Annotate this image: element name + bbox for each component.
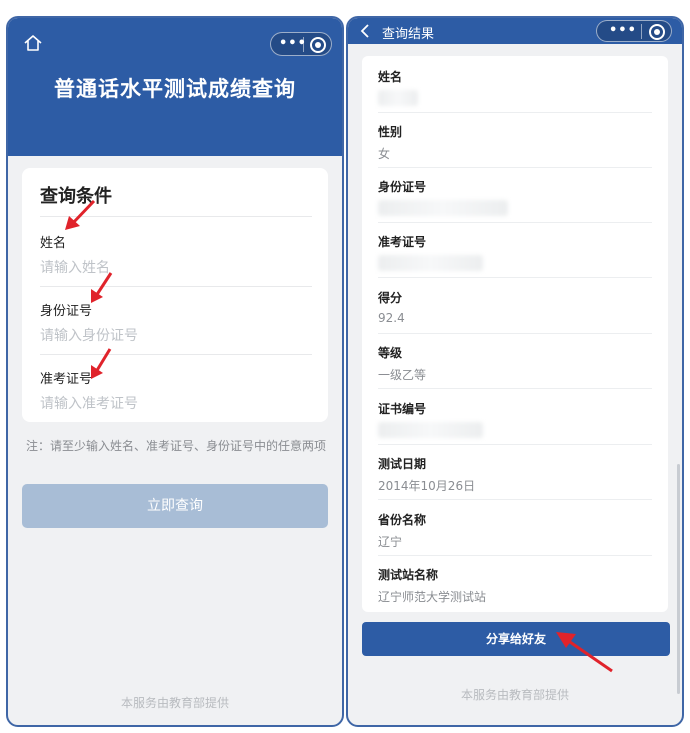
id-card-input[interactable]: 请输入身份证号 xyxy=(40,325,312,345)
item-label: 测试日期 xyxy=(378,457,427,471)
item-label: 证书编号 xyxy=(378,402,427,416)
divider xyxy=(40,286,312,287)
item-label: 准考证号 xyxy=(378,235,427,249)
item-value-redacted xyxy=(378,90,652,106)
divider xyxy=(378,222,652,223)
item-label: 等级 xyxy=(378,346,403,360)
divider xyxy=(378,112,652,113)
item-label: 姓名 xyxy=(378,70,403,84)
result-name: 姓名 xyxy=(378,68,652,106)
page-title: 查询结果 xyxy=(382,27,435,42)
item-label: 得分 xyxy=(378,291,403,305)
footer-text: 本服务由教育部提供 xyxy=(120,696,229,710)
result-score: 得分 92.4 xyxy=(378,289,652,327)
result-province: 省份名称 辽宁 xyxy=(378,511,652,549)
item-value: 一级乙等 xyxy=(378,368,427,382)
scrollbar[interactable] xyxy=(677,464,680,694)
item-value: 女 xyxy=(378,147,391,161)
divider xyxy=(378,277,652,278)
capsule-divider xyxy=(641,24,642,39)
result-id-card: 身份证号 xyxy=(378,178,652,216)
item-label: 测试站名称 xyxy=(378,568,439,582)
annotation-arrow xyxy=(91,272,113,303)
name-field[interactable]: 姓名 请输入姓名 xyxy=(40,232,312,277)
item-label: 身份证号 xyxy=(378,180,427,194)
close-mini-program-icon[interactable] xyxy=(310,37,326,53)
exam-number-input[interactable]: 请输入准考证号 xyxy=(40,393,312,413)
id-card-field[interactable]: 身份证号 请输入身份证号 xyxy=(40,300,312,345)
divider xyxy=(378,444,652,445)
divider xyxy=(378,388,652,389)
result-level: 等级 一级乙等 xyxy=(378,344,652,382)
name-input[interactable]: 请输入姓名 xyxy=(40,257,312,277)
result-screen: 查询结果 ••• 姓名 性别 女 身份证号 准考证号 得分 92.4 等级 一级… xyxy=(346,16,684,727)
capsule-menu: ••• xyxy=(596,20,672,42)
item-value: 92.4 xyxy=(378,311,405,325)
close-mini-program-icon[interactable] xyxy=(649,24,665,40)
exam-number-field[interactable]: 准考证号 请输入准考证号 xyxy=(40,368,312,413)
footer-text: 本服务由教育部提供 xyxy=(460,688,569,702)
header-bar: 查询结果 ••• xyxy=(348,18,682,44)
result-card: 姓名 性别 女 身份证号 准考证号 得分 92.4 等级 一级乙等 证书编号 测… xyxy=(362,56,668,612)
page-title: 普通话水平测试成绩查询 xyxy=(54,77,296,101)
divider xyxy=(378,167,652,168)
result-test-date: 测试日期 2014年10月26日 xyxy=(378,455,652,493)
result-certificate-number: 证书编号 xyxy=(378,400,652,438)
item-value-redacted xyxy=(378,422,652,438)
item-value: 辽宁 xyxy=(378,535,403,549)
item-label: 性别 xyxy=(378,125,403,139)
exam-number-label: 准考证号 xyxy=(40,372,93,387)
item-value-redacted xyxy=(378,200,652,216)
input-note: 注：请至少输入姓名、准考证号、身份证号中的任意两项 xyxy=(26,439,327,453)
query-screen: ••• 普通话水平测试成绩查询 查询条件 姓名 请输入姓名 身份证号 请输入身份… xyxy=(6,16,344,727)
item-value: 辽宁师范大学测试站 xyxy=(378,590,487,604)
result-exam-number: 准考证号 xyxy=(378,233,652,271)
share-to-friend-button[interactable]: 分享给好友 xyxy=(362,622,670,656)
divider xyxy=(378,333,652,334)
result-test-station: 测试站名称 辽宁师范大学测试站 xyxy=(378,566,652,604)
item-value: 2014年10月26日 xyxy=(378,479,476,493)
result-gender: 性别 女 xyxy=(378,123,652,161)
annotation-arrow xyxy=(65,199,96,230)
divider xyxy=(378,499,652,500)
annotation-arrow xyxy=(91,348,112,379)
submit-query-button[interactable]: 立即查询 xyxy=(22,484,328,528)
divider xyxy=(40,354,312,355)
divider xyxy=(378,555,652,556)
home-icon[interactable] xyxy=(22,32,44,54)
item-value-redacted xyxy=(378,255,652,271)
header-bar: ••• 普通话水平测试成绩查询 xyxy=(8,18,342,156)
id-card-label: 身份证号 xyxy=(40,304,93,319)
back-icon[interactable] xyxy=(358,23,372,39)
annotation-arrow xyxy=(556,632,613,673)
capsule-menu: ••• xyxy=(270,32,332,56)
capsule-divider xyxy=(303,37,304,52)
item-label: 省份名称 xyxy=(378,513,427,527)
more-icon[interactable]: ••• xyxy=(609,24,637,38)
name-label: 姓名 xyxy=(40,236,67,251)
